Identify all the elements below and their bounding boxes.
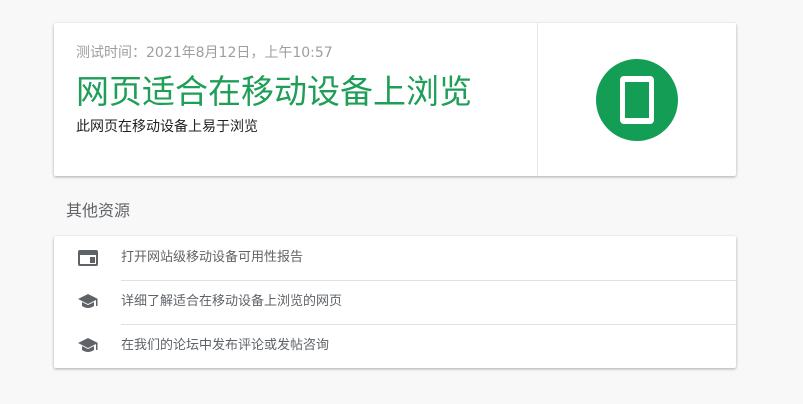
resource-item-label: 打开网站级移动设备可用性报告 (121, 250, 304, 265)
result-card: 测试时间：2021年8月12日，上午10:57 网页适合在移动设备上浏览 此网页… (54, 23, 736, 176)
section-title-other-resources: 其他资源 (66, 201, 131, 220)
resource-item-forum[interactable]: 在我们的论坛中发布评论或发帖咨询 (54, 324, 736, 368)
web-page-icon (77, 247, 99, 269)
resource-item-label: 在我们的论坛中发布评论或发帖咨询 (121, 338, 330, 353)
result-title: 网页适合在移动设备上浏览 (76, 72, 472, 111)
result-subtitle: 此网页在移动设备上易于浏览 (76, 119, 258, 135)
resource-item-learn-more[interactable]: 详细了解适合在移动设备上浏览的网页 (54, 280, 736, 324)
resource-item-usability-report[interactable]: 打开网站级移动设备可用性报告 (54, 236, 736, 280)
resources-list: 打开网站级移动设备可用性报告 详细了解适合在移动设备上浏览的网页 在我们的论坛中… (54, 236, 736, 368)
graduation-cap-icon (77, 291, 99, 313)
test-time: 测试时间：2021年8月12日，上午10:57 (76, 45, 333, 61)
result-summary: 测试时间：2021年8月12日，上午10:57 网页适合在移动设备上浏览 此网页… (54, 23, 538, 176)
graduation-cap-icon (77, 335, 99, 357)
resource-item-label: 详细了解适合在移动设备上浏览的网页 (121, 294, 343, 309)
result-status (538, 23, 736, 176)
mobile-phone-icon (596, 58, 678, 141)
